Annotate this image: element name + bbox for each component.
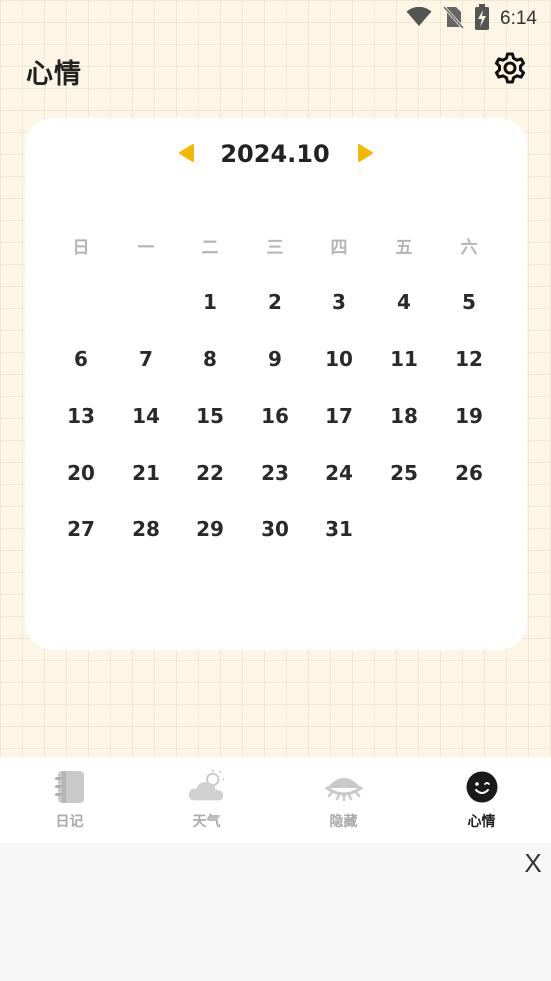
tab-diary[interactable]: 日记 <box>1 757 138 843</box>
weekday-label: 日 <box>72 238 90 258</box>
month-navigation: 2024.10 <box>25 138 527 170</box>
calendar-day[interactable]: 8 <box>185 339 235 379</box>
calendar-day[interactable]: 29 <box>185 509 235 549</box>
status-icons: 6:14 <box>406 4 537 34</box>
calendar-day <box>444 509 494 549</box>
no-sim-icon <box>442 5 465 33</box>
calendar-day[interactable]: 10 <box>314 339 364 379</box>
calendar-day[interactable]: 17 <box>314 396 364 436</box>
calendar-day[interactable]: 4 <box>379 282 429 322</box>
weekday-label: 三 <box>266 238 284 258</box>
triangle-right-icon <box>357 143 375 167</box>
calendar-week-row: 27 28 29 30 31 <box>49 509 501 549</box>
tab-hidden[interactable]: 隐藏 <box>275 757 412 843</box>
calendar-day[interactable]: 24 <box>314 453 364 493</box>
status-bar: 6:14 <box>0 0 551 38</box>
calendar-day[interactable]: 22 <box>185 453 235 493</box>
tab-label: 心情 <box>467 814 496 830</box>
ad-banner-area: X <box>0 843 551 981</box>
calendar-day[interactable]: 31 <box>314 509 364 549</box>
calendar-card: 2024.10 日 一 二 三 四 五 六 1 2 3 4 5 6 7 8 9 … <box>25 118 527 650</box>
calendar-day <box>121 282 171 322</box>
weekday-label: 六 <box>460 238 478 258</box>
calendar-week-row: 1 2 3 4 5 <box>49 282 501 322</box>
calendar-day[interactable]: 15 <box>185 396 235 436</box>
calendar-day[interactable]: 6 <box>56 339 106 379</box>
calendar-day[interactable]: 9 <box>250 339 300 379</box>
calendar-day[interactable]: 14 <box>121 396 171 436</box>
calendar-day[interactable]: 23 <box>250 453 300 493</box>
settings-button[interactable] <box>492 52 528 88</box>
bottom-navigation: 日记 天气 隐藏 心情 <box>0 757 551 843</box>
cloud-sun-icon <box>187 767 227 807</box>
next-month-button[interactable] <box>355 144 377 166</box>
tab-label: 日记 <box>55 814 84 830</box>
calendar-day[interactable]: 18 <box>379 396 429 436</box>
smiley-face-icon <box>462 767 502 807</box>
calendar-day[interactable]: 16 <box>250 396 300 436</box>
weekday-label: 二 <box>201 238 219 258</box>
calendar-week-row: 20 21 22 23 24 25 26 <box>49 453 501 493</box>
calendar-day[interactable]: 2 <box>250 282 300 322</box>
calendar-day[interactable]: 20 <box>56 453 106 493</box>
calendar-week-row: 6 7 8 9 10 11 12 <box>49 339 501 379</box>
calendar-week-row: 13 14 15 16 17 18 19 <box>49 396 501 436</box>
month-label: 2024.10 <box>220 140 330 168</box>
tab-weather[interactable]: 天气 <box>138 757 275 843</box>
calendar-day[interactable]: 19 <box>444 396 494 436</box>
calendar-day[interactable]: 26 <box>444 453 494 493</box>
calendar-day[interactable]: 25 <box>379 453 429 493</box>
notebook-icon <box>50 767 90 807</box>
weekday-label: 五 <box>395 238 413 258</box>
calendar-day[interactable]: 27 <box>56 509 106 549</box>
calendar-day[interactable]: 5 <box>444 282 494 322</box>
calendar-day <box>379 509 429 549</box>
ad-close-button[interactable]: X <box>517 847 549 879</box>
weekday-label: 四 <box>330 238 348 258</box>
tab-label: 隐藏 <box>329 814 358 830</box>
calendar-day[interactable]: 30 <box>250 509 300 549</box>
battery-charging-icon <box>474 4 490 34</box>
calendar-day[interactable]: 13 <box>56 396 106 436</box>
calendar-day[interactable]: 1 <box>185 282 235 322</box>
closed-eye-icon <box>324 767 364 807</box>
calendar-day[interactable]: 3 <box>314 282 364 322</box>
tab-mood[interactable]: 心情 <box>413 757 550 843</box>
calendar-day[interactable]: 11 <box>379 339 429 379</box>
calendar-day[interactable]: 12 <box>444 339 494 379</box>
wifi-icon <box>406 6 432 31</box>
gear-icon <box>493 51 527 89</box>
calendar-day[interactable]: 21 <box>121 453 171 493</box>
calendar-day[interactable]: 7 <box>121 339 171 379</box>
calendar-day[interactable]: 28 <box>121 509 171 549</box>
status-time: 6:14 <box>500 8 537 29</box>
weekday-label: 一 <box>137 238 155 258</box>
page-title: 心情 <box>26 59 82 90</box>
weekday-header-row: 日 一 二 三 四 五 六 <box>49 228 501 268</box>
calendar-day <box>56 282 106 322</box>
tab-label: 天气 <box>192 814 221 830</box>
